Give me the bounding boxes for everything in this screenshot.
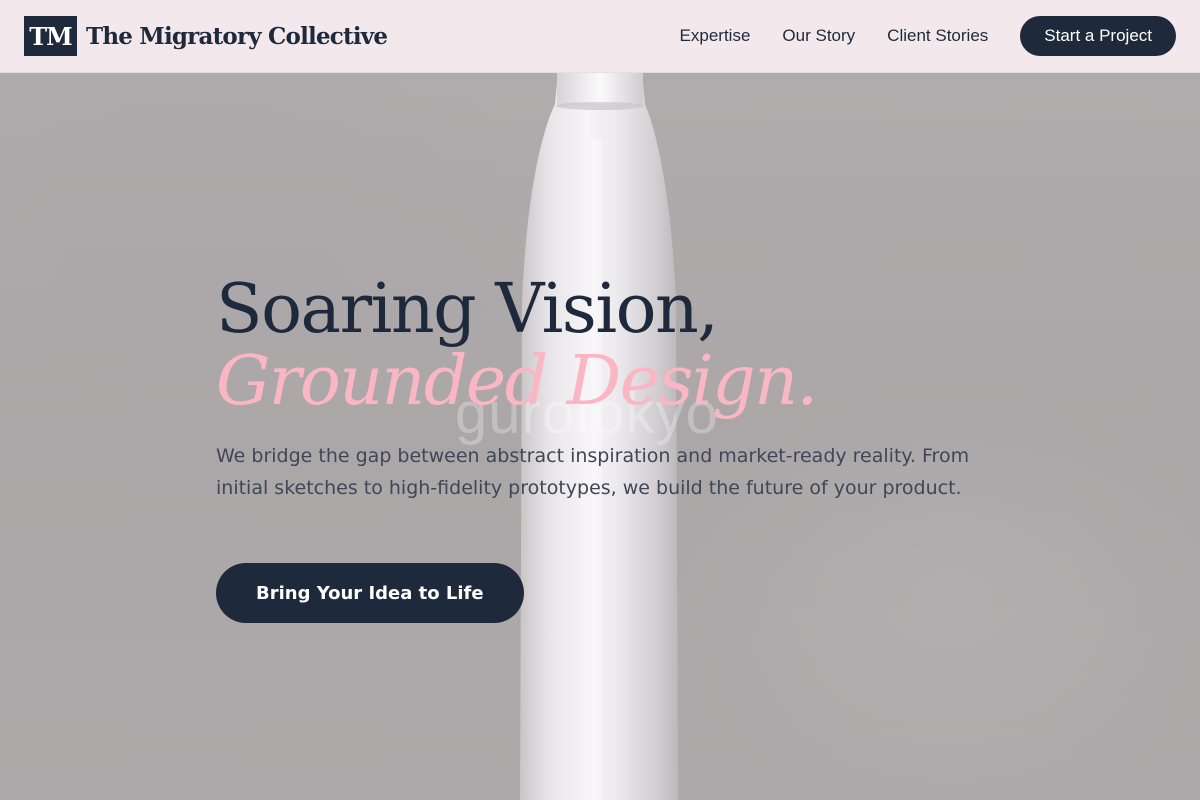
hero-section: Soaring Vision, Grounded Design. We brid…: [216, 270, 1016, 623]
brand-logo[interactable]: TM The Migratory Collective: [24, 16, 388, 56]
nav-link-our-story[interactable]: Our Story: [782, 26, 855, 46]
start-project-button[interactable]: Start a Project: [1020, 16, 1176, 56]
nav-link-expertise[interactable]: Expertise: [680, 26, 751, 46]
logo-mark: TM: [24, 16, 77, 56]
site-header: TM The Migratory Collective Expertise Ou…: [0, 0, 1200, 73]
hero-title-line2: Grounded Design.: [216, 342, 818, 421]
hero-title-line1: Soaring Vision,: [216, 270, 719, 349]
hero-subtitle: We bridge the gap between abstract inspi…: [216, 445, 970, 499]
main-nav: Expertise Our Story Client Stories Start…: [680, 16, 1176, 56]
nav-link-client-stories[interactable]: Client Stories: [887, 26, 988, 46]
brand-name: The Migratory Collective: [86, 22, 388, 50]
bring-idea-button[interactable]: Bring Your Idea to Life: [216, 563, 524, 623]
